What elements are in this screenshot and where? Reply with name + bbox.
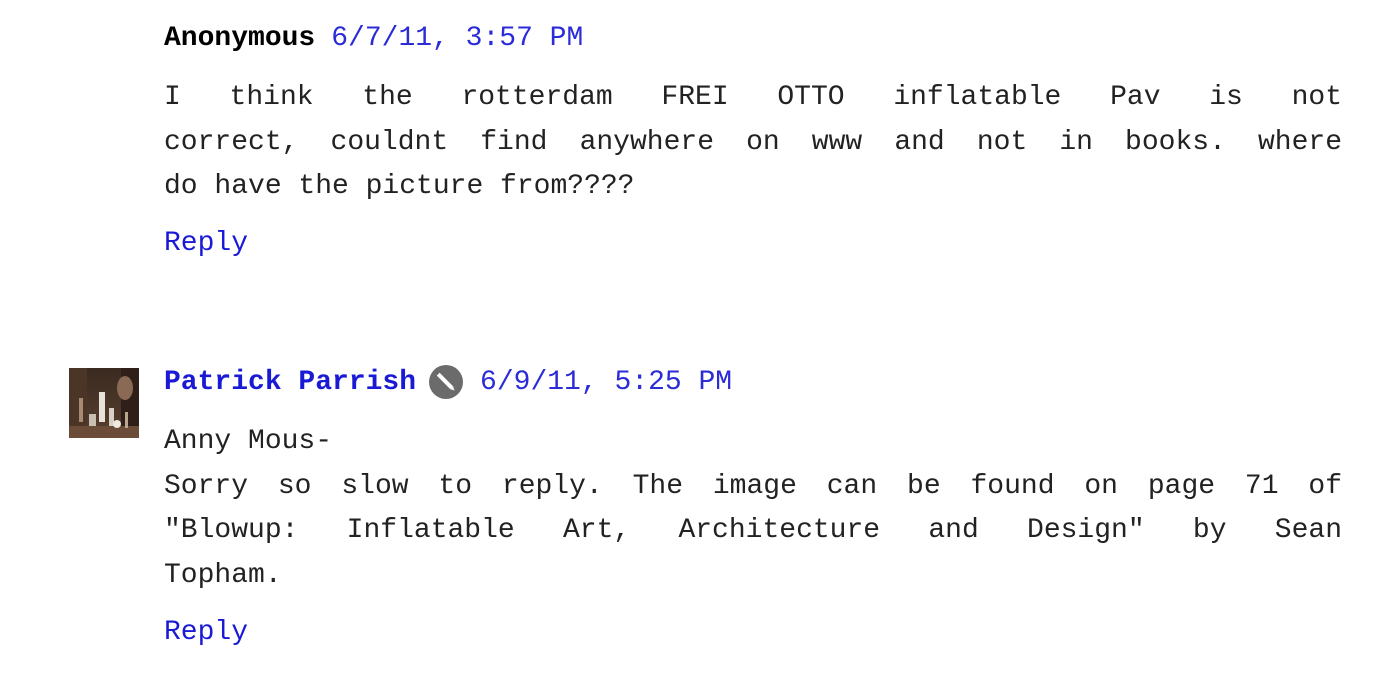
comment-body-line: do have the picture from???? [164,171,635,202]
comment-body: Anny Mous- Sorry so slow to reply. The i… [164,420,1342,598]
comment-timestamp-link[interactable]: 6/9/11, 5:25 PM [480,367,732,398]
comment-body: I think the rotterdam FREI OTTO inflatab… [164,76,1342,210]
comment-body-line: I think the rotterdam FREI OTTO inflatab… [164,82,1342,113]
comment-author: Anonymous [164,22,316,54]
comment-body-line: correct, couldnt find anywhere on www an… [164,126,1342,158]
comment-header: Anonymous 6/7/11, 3:57 PM [164,18,583,58]
avatar[interactable] [69,368,139,438]
reply-button[interactable]: Reply [164,617,248,648]
pencil-icon [428,364,464,400]
comment-body-line: "Blowup: Inflatable Art, Architecture an… [164,515,1342,546]
avatar-image [69,368,139,438]
comment-author-link[interactable]: Patrick Parrish [164,367,416,398]
comment-header: Patrick Parrish 6/9/11, 5:25 PM [164,362,732,402]
comment-body-line: Sorry so slow to reply. The image can be… [164,470,1342,502]
comment-body-line: Anny Mous- [164,426,333,457]
comment-body-line: Topham. [164,559,282,591]
comment-timestamp-link[interactable]: 6/7/11, 3:57 PM [331,23,583,54]
reply-button[interactable]: Reply [164,228,248,259]
